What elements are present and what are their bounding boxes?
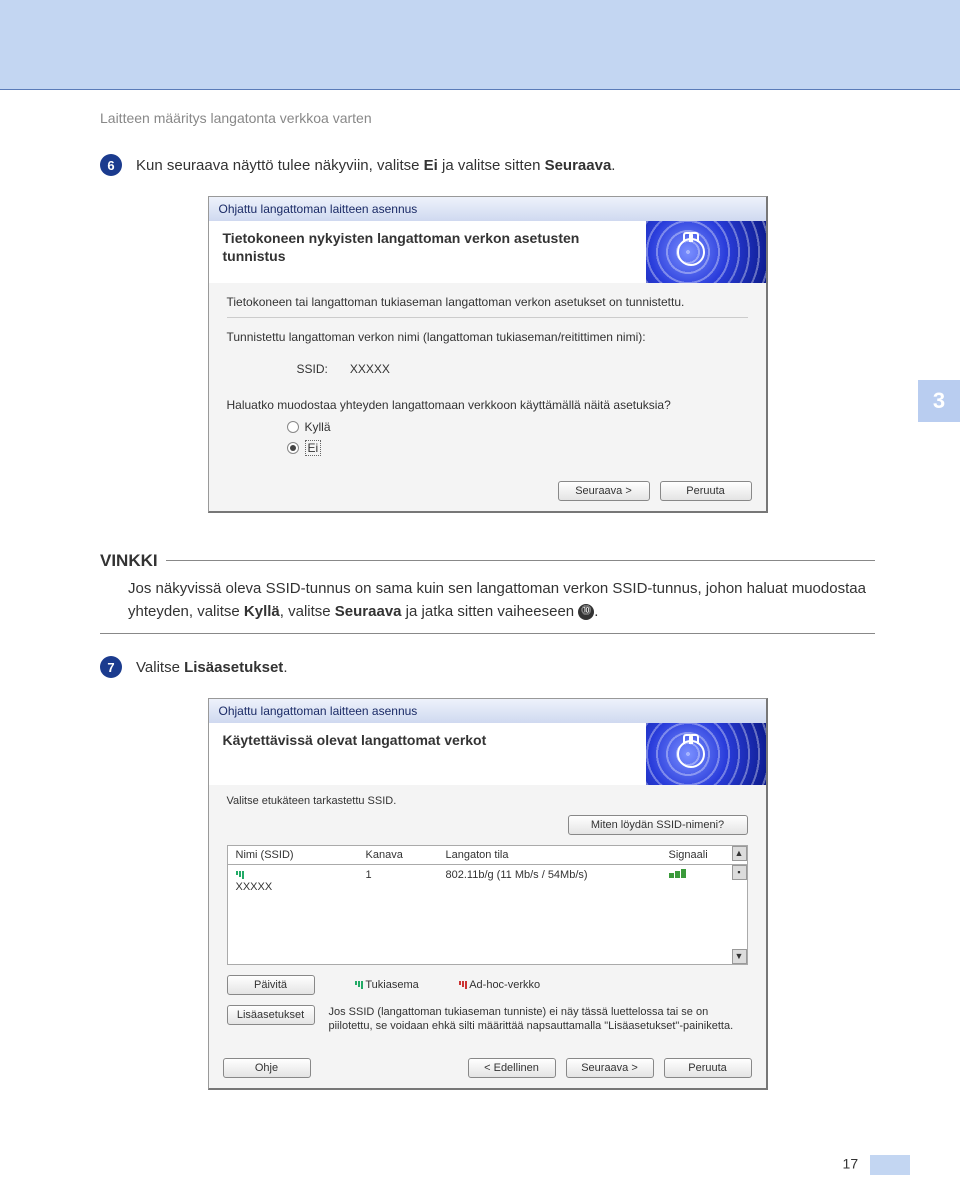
ssid-value: XXXXX xyxy=(350,362,390,376)
text: . xyxy=(594,603,598,620)
info-line-1: Tietokoneen tai langattoman tukiaseman l… xyxy=(227,295,748,309)
next-button[interactable]: Seuraava > xyxy=(558,481,650,501)
help-button[interactable]: Ohje xyxy=(223,1058,311,1078)
advanced-button[interactable]: Lisäasetukset xyxy=(227,1005,315,1025)
network-row[interactable]: XXXXX 1 802.11b/g (11 Mb/s / 54Mb/s) xyxy=(236,869,739,893)
step-6-text: Kun seuraava näyttö tulee näkyviin, vali… xyxy=(136,154,615,178)
bold-lisaasetukset: Lisäasetukset xyxy=(184,659,283,676)
bold-seuraava: Seuraava xyxy=(335,603,402,620)
dialog-footer: Ohje < Edellinen Seuraava > Peruuta xyxy=(223,1058,752,1078)
how-find-ssid-button[interactable]: Miten löydän SSID-nimeni? xyxy=(568,815,748,835)
radio-icon xyxy=(287,421,299,433)
legend-ap: Tukiasema xyxy=(355,979,419,991)
subhead: Valitse etukäteen tarkastettu SSID. xyxy=(227,795,748,807)
dialog-settings-detection: Ohjattu langattoman laitteen asennus Tie… xyxy=(208,196,768,513)
bold-kylla: Kyllä xyxy=(244,603,280,620)
col-mode: Langaton tila xyxy=(446,849,669,861)
scroll-track-icon[interactable]: ▪ xyxy=(732,865,747,880)
divider xyxy=(227,317,748,318)
antenna-icon xyxy=(677,740,705,768)
dialog-titlebar: Ohjattu langattoman laitteen asennus xyxy=(209,197,766,221)
step-number-7: 7 xyxy=(100,656,122,678)
text: Valitse xyxy=(136,659,184,676)
tip-title: VINKKI xyxy=(100,551,158,571)
radio-yes[interactable]: Kyllä xyxy=(287,420,748,434)
page-footer: 17 xyxy=(0,1155,960,1195)
cancel-button[interactable]: Peruuta xyxy=(660,481,752,501)
legend-adhoc: Ad-hoc-verkko xyxy=(459,979,540,991)
col-channel: Kanava xyxy=(366,849,446,861)
row-name: XXXXX xyxy=(236,869,366,893)
step-ref-10-icon: ⓾ xyxy=(578,604,594,620)
text: Kun seuraava näyttö tulee näkyviin, vali… xyxy=(136,157,424,174)
text: . xyxy=(611,157,615,174)
text: ja jatka sitten vaiheeseen xyxy=(402,603,579,620)
row-mode: 802.11b/g (11 Mb/s / 54Mb/s) xyxy=(446,869,669,893)
dialog-heading: Tietokoneen nykyisten langattoman verkon… xyxy=(209,221,646,283)
text: ja valitse sitten xyxy=(438,157,545,174)
antenna-icon xyxy=(677,238,705,266)
scroll-up-icon[interactable]: ▲ xyxy=(732,846,747,861)
dialog-heading: Käytettävissä olevat langattomat verkot xyxy=(209,723,646,785)
rule-line xyxy=(166,560,875,561)
step-number-6: 6 xyxy=(100,154,122,176)
ssid-label: SSID: xyxy=(297,362,347,376)
step-7: 7 Valitse Lisäasetukset. xyxy=(100,656,875,680)
dialog-available-networks: Ohjattu langattoman laitteen asennus Käy… xyxy=(208,698,768,1091)
adhoc-icon xyxy=(459,981,467,989)
wireless-logo xyxy=(646,221,766,283)
top-banner xyxy=(0,0,960,90)
info-line-2: Tunnistettu langattoman verkon nimi (lan… xyxy=(227,330,748,344)
dialog-footer: Seuraava > Peruuta xyxy=(558,481,752,501)
cancel-button[interactable]: Peruuta xyxy=(664,1058,752,1078)
radio-yes-label: Kyllä xyxy=(305,420,331,434)
dialog-titlebar: Ohjattu langattoman laitteen asennus xyxy=(209,699,766,723)
tip-body: Jos näkyvissä oleva SSID-tunnus on sama … xyxy=(100,571,875,635)
page-header: Laitteen määritys langatonta verkkoa var… xyxy=(100,110,875,126)
tip-block: VINKKI Jos näkyvissä oleva SSID-tunnus o… xyxy=(100,551,875,635)
advanced-row: Lisäasetukset Jos SSID (langattoman tuki… xyxy=(227,1005,748,1034)
ap-icon xyxy=(355,981,363,989)
radio-no-label: Ei xyxy=(305,440,322,456)
ssid-row: SSID: XXXXX xyxy=(297,362,748,376)
table-header: Nimi (SSID) Kanava Langaton tila Signaal… xyxy=(227,845,748,865)
dialog-banner: Käytettävissä olevat langattomat verkot xyxy=(209,723,766,785)
back-button[interactable]: < Edellinen xyxy=(468,1058,556,1078)
chapter-tab: 3 xyxy=(918,380,960,422)
radio-icon-selected xyxy=(287,442,299,454)
dialog-body: Tietokoneen tai langattoman tukiaseman l… xyxy=(209,283,766,511)
text: . xyxy=(283,659,287,676)
signal-icon xyxy=(236,871,366,879)
question-text: Haluatko muodostaa yhteyden langattomaan… xyxy=(227,398,748,412)
dialog-banner: Tietokoneen nykyisten langattoman verkon… xyxy=(209,221,766,283)
bold-ei: Ei xyxy=(424,157,438,174)
dialog-body: Valitse etukäteen tarkastettu SSID. Mite… xyxy=(209,785,766,1089)
network-table: Nimi (SSID) Kanava Langaton tila Signaal… xyxy=(227,845,748,965)
page-tab xyxy=(870,1155,910,1175)
bold-seuraava: Seuraava xyxy=(545,157,612,174)
row-signal xyxy=(669,869,739,893)
step-7-text: Valitse Lisäasetukset. xyxy=(136,656,287,680)
next-button[interactable]: Seuraava > xyxy=(566,1058,654,1078)
wireless-logo xyxy=(646,723,766,785)
radio-no[interactable]: Ei xyxy=(287,440,748,456)
col-name: Nimi (SSID) xyxy=(236,849,366,861)
advanced-info-text: Jos SSID (langattoman tukiaseman tunnist… xyxy=(329,1005,748,1034)
step-6: 6 Kun seuraava näyttö tulee näkyviin, va… xyxy=(100,154,875,178)
refresh-button[interactable]: Päivitä xyxy=(227,975,315,995)
legend-row: Päivitä Tukiasema Ad-hoc-verkko xyxy=(227,975,748,995)
row-channel: 1 xyxy=(366,869,446,893)
scroll-down-icon[interactable]: ▼ xyxy=(732,949,747,964)
col-signal: Signaali xyxy=(669,849,739,861)
network-list[interactable]: XXXXX 1 802.11b/g (11 Mb/s / 54Mb/s) ▪ ▼ xyxy=(227,865,748,965)
text: , valitse xyxy=(280,603,335,620)
page-number: 17 xyxy=(843,1156,859,1172)
